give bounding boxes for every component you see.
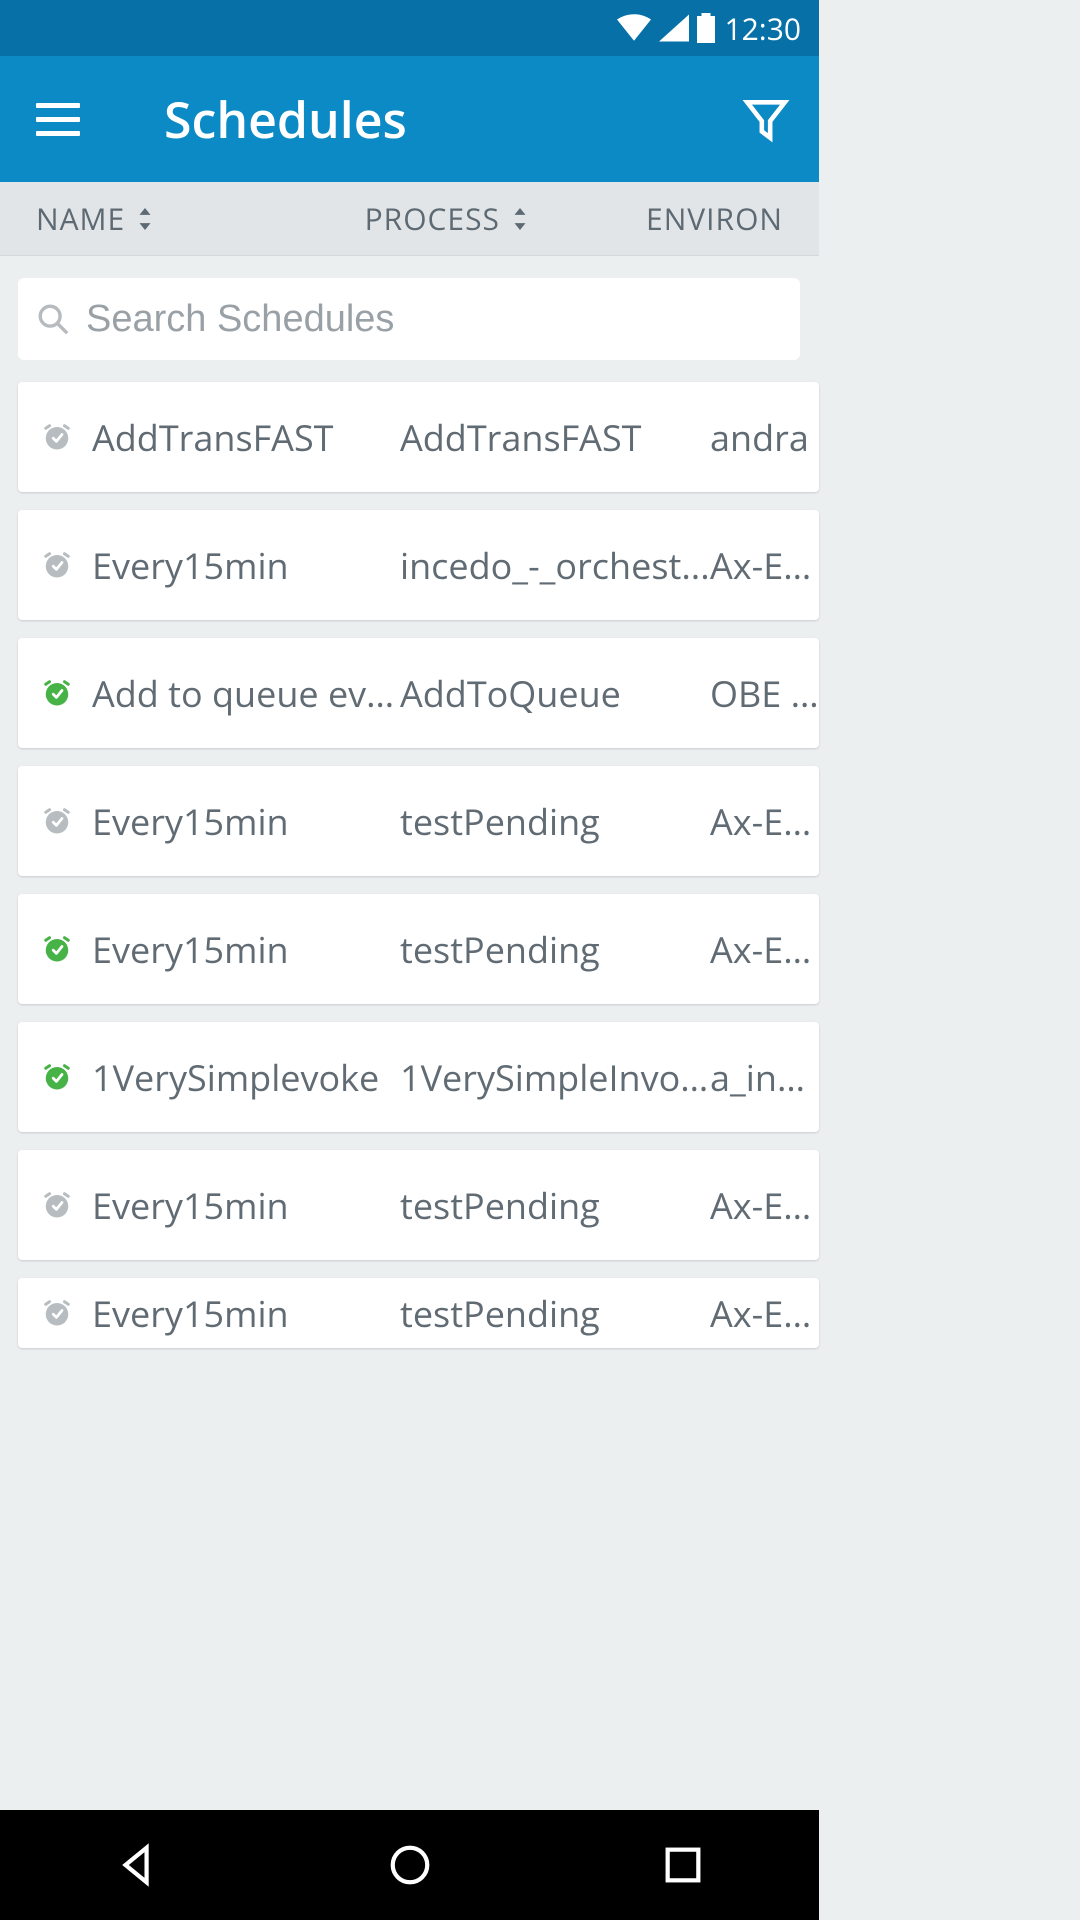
- schedule-name: AddTransFAST: [92, 413, 400, 462]
- home-button[interactable]: [387, 1842, 433, 1888]
- schedule-status-icon: [42, 934, 92, 964]
- schedule-process: testPending: [400, 1289, 710, 1338]
- filter-icon[interactable]: [741, 94, 791, 144]
- schedule-row[interactable]: Every15mintestPendingAx-Env: [18, 894, 819, 1004]
- schedule-process: testPending: [400, 925, 710, 974]
- schedule-environment: OBE for: [710, 669, 819, 718]
- schedule-environment: Ax-Env: [710, 925, 819, 974]
- android-status-bar: 12:30: [0, 0, 819, 56]
- schedule-status-icon: [42, 422, 92, 452]
- wifi-icon: [617, 14, 651, 42]
- schedule-row[interactable]: Every15mintestPendingAx-Env: [18, 766, 819, 876]
- search-box[interactable]: [18, 278, 800, 360]
- sort-indicator-icon: [137, 208, 153, 230]
- schedule-status-icon: [42, 1062, 92, 1092]
- app-bar: Schedules: [0, 56, 819, 182]
- schedule-environment: a_invok: [710, 1053, 819, 1102]
- column-header-environment-label: ENVIRON: [646, 198, 783, 239]
- schedule-status-icon: [42, 1190, 92, 1220]
- column-headers: NAME PROCESS ENVIRON: [0, 182, 819, 256]
- sort-indicator-icon: [512, 208, 528, 230]
- page-title: Schedules: [164, 85, 741, 153]
- schedule-environment: Ax-Env: [710, 1289, 819, 1338]
- status-time: 12:30: [725, 8, 802, 49]
- schedule-row[interactable]: AddTransFASTAddTransFASTandra: [18, 382, 819, 492]
- schedule-process: AddToQueue: [400, 669, 710, 718]
- schedule-process: testPending: [400, 797, 710, 846]
- search-icon: [36, 302, 70, 336]
- column-header-process-label: PROCESS: [365, 198, 500, 239]
- status-icons: [617, 13, 715, 43]
- cellular-icon: [659, 14, 689, 42]
- android-nav-bar: [0, 1810, 819, 1920]
- schedule-status-icon: [42, 550, 92, 580]
- battery-icon: [697, 13, 715, 43]
- schedule-name: 1VerySimplevoke: [92, 1053, 400, 1102]
- schedule-name: Every15min: [92, 1181, 400, 1230]
- schedule-row[interactable]: Every15minincedo_-_orchest...Ax-Env: [18, 510, 819, 620]
- recent-apps-button[interactable]: [660, 1842, 706, 1888]
- schedule-row[interactable]: Every15mintestPendingAx-Env: [18, 1150, 819, 1260]
- schedule-row[interactable]: Every15mintestPendingAx-Env: [18, 1278, 819, 1348]
- column-header-process[interactable]: PROCESS: [365, 198, 646, 239]
- schedule-status-icon: [42, 806, 92, 836]
- column-header-environment[interactable]: ENVIRON: [646, 198, 783, 239]
- column-header-name[interactable]: NAME: [36, 198, 365, 239]
- schedule-status-icon: [42, 1298, 92, 1328]
- schedule-row[interactable]: 1VerySimplevoke1VerySimpleInvokea_invok: [18, 1022, 819, 1132]
- schedule-process: 1VerySimpleInvoke: [400, 1053, 710, 1102]
- schedule-environment: Ax-Env: [710, 797, 819, 846]
- schedule-name: Every15min: [92, 541, 400, 590]
- schedule-process: incedo_-_orchest...: [400, 541, 710, 590]
- menu-button[interactable]: [36, 95, 84, 143]
- schedule-name: Every15min: [92, 797, 400, 846]
- schedule-process: testPending: [400, 1181, 710, 1230]
- schedule-status-icon: [42, 678, 92, 708]
- schedule-name: Every15min: [92, 1289, 400, 1338]
- schedule-environment: andra: [710, 413, 819, 462]
- schedule-name: Add to queue eve...: [92, 669, 400, 718]
- back-button[interactable]: [114, 1842, 160, 1888]
- search-input[interactable]: [86, 298, 782, 341]
- schedule-process: AddTransFAST: [400, 413, 710, 462]
- column-header-name-label: NAME: [36, 198, 125, 239]
- schedule-name: Every15min: [92, 925, 400, 974]
- schedule-environment: Ax-Env: [710, 1181, 819, 1230]
- schedule-row[interactable]: Add to queue eve...AddToQueueOBE for: [18, 638, 819, 748]
- schedule-environment: Ax-Env: [710, 541, 819, 590]
- content-area: AddTransFASTAddTransFASTandraEvery15mini…: [0, 256, 819, 1348]
